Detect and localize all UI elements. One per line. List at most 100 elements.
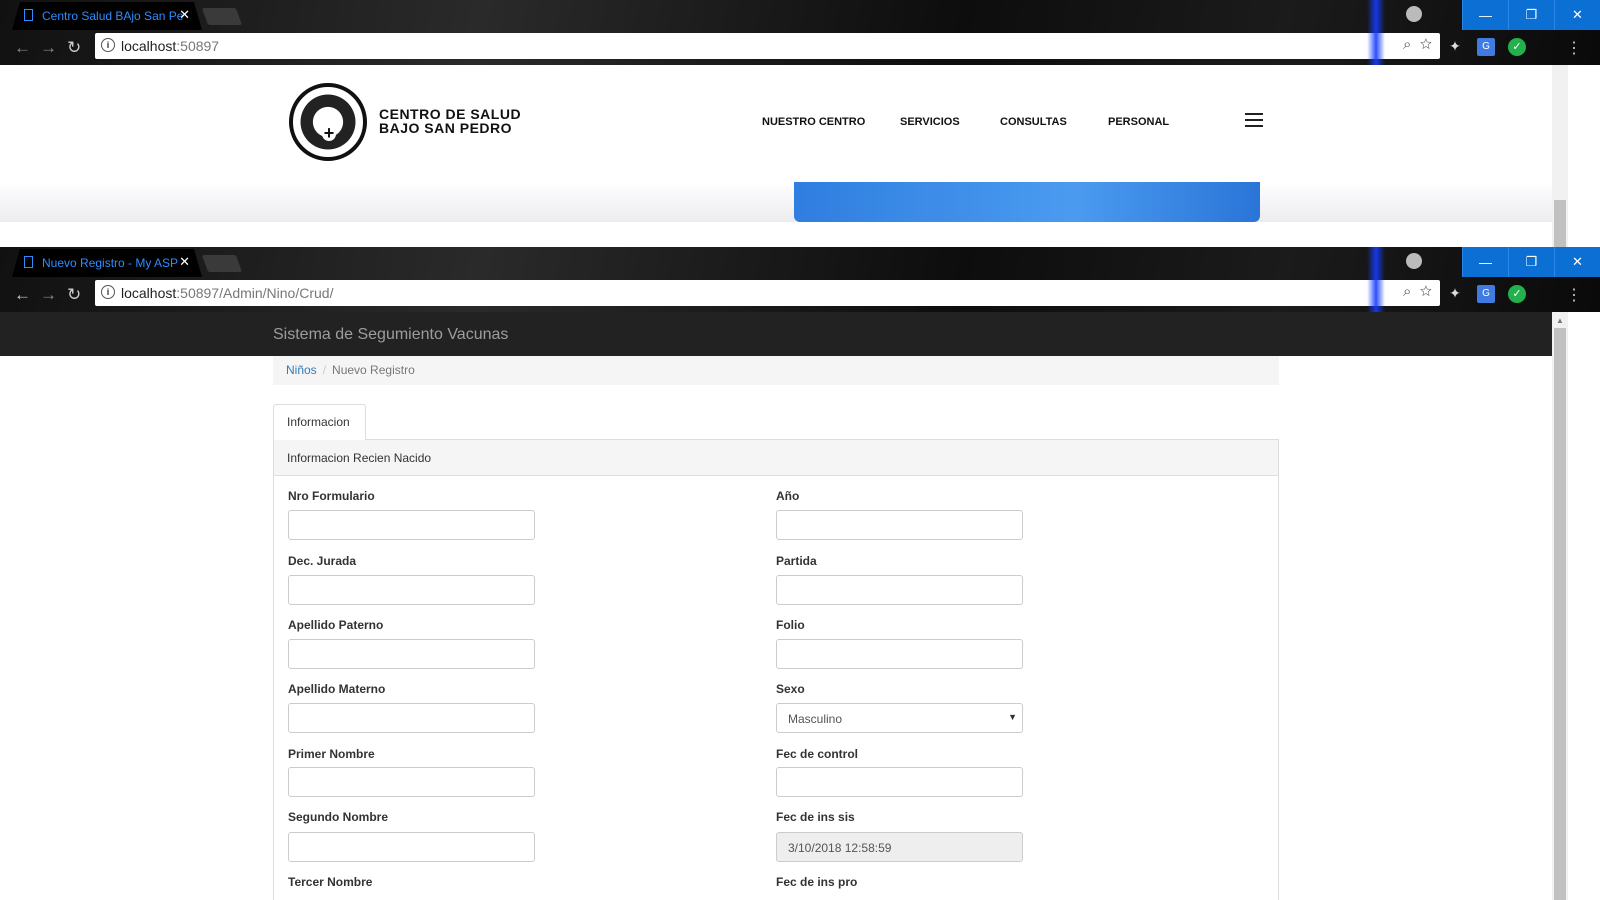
input-fec-control[interactable]: [776, 767, 1023, 797]
label-nro-formulario: Nro Formulario: [288, 489, 375, 503]
breadcrumb: Niños / Nuevo Registro: [273, 356, 1279, 385]
url-path: :50897/Admin/Nino/Crud/: [176, 285, 334, 301]
top-scrollbar[interactable]: [1552, 65, 1568, 247]
nav-nuestro-centro[interactable]: NUESTRO CENTRO: [762, 116, 865, 128]
input-apellido-paterno[interactable]: [288, 639, 535, 669]
input-nro-formulario[interactable]: [288, 510, 535, 540]
label-folio: Folio: [776, 618, 805, 632]
bottom-scrollbar[interactable]: ▲: [1552, 312, 1568, 900]
label-fec-ins-sis: Fec de ins sis: [776, 810, 855, 824]
site-viewport: + CENTRO DE SALUD BAJO SAN PEDRO NUESTRO…: [0, 65, 1552, 247]
breadcrumb-link-ninos[interactable]: Niños: [286, 363, 317, 377]
close-window-button[interactable]: ✕: [1554, 247, 1600, 277]
reload-icon[interactable]: ↻: [67, 285, 81, 305]
browser-menu-icon[interactable]: ⋮: [1566, 285, 1582, 305]
url-path: :50897: [176, 38, 220, 54]
profile-icon[interactable]: [1406, 253, 1422, 269]
minimize-button[interactable]: —: [1462, 0, 1508, 30]
restore-button[interactable]: ❐: [1508, 247, 1554, 277]
scrollbar-thumb[interactable]: [1554, 328, 1566, 900]
translate-icon[interactable]: G: [1477, 38, 1495, 56]
input-fec-ins-sis: 3/10/2018 12:58:59: [776, 832, 1023, 862]
label-tercer-nombre: Tercer Nombre: [288, 875, 373, 889]
bookmark-star-icon[interactable]: ☆: [1420, 36, 1432, 53]
new-tab-button[interactable]: [201, 255, 243, 272]
input-folio[interactable]: [776, 639, 1023, 669]
breadcrumb-current: Nuevo Registro: [332, 363, 415, 377]
hero-band: [0, 182, 1552, 222]
form-panel: Informacion Recien Nacido Nro Formulario…: [273, 440, 1279, 900]
label-segundo-nombre: Segundo Nombre: [288, 810, 389, 824]
new-tab-button[interactable]: [201, 8, 243, 25]
label-sexo: Sexo: [776, 682, 805, 696]
url-host: localhost: [121, 285, 177, 301]
page-icon: [24, 256, 33, 268]
back-icon[interactable]: ←: [14, 285, 31, 305]
scroll-up-icon[interactable]: ▲: [1556, 316, 1564, 325]
address-bar[interactable]: i localhost:50897 ⌕ ☆: [95, 33, 1440, 59]
cross-icon: +: [322, 123, 336, 143]
browser-window-bottom: Nuevo Registro - My ASP ✕ — ❐ ✕ ← → ↻ i …: [0, 247, 1600, 312]
hamburger-menu-icon[interactable]: [1245, 113, 1263, 131]
tab-strip: Centro Salud BAjo San Pe ✕ — ❐ ✕: [0, 0, 1600, 30]
input-dec-jurada[interactable]: [288, 575, 535, 605]
bookmark-star-icon[interactable]: ☆: [1420, 283, 1432, 300]
nav-servicios[interactable]: SERVICIOS: [900, 116, 960, 128]
label-apellido-paterno: Apellido Paterno: [288, 618, 384, 632]
forward-icon[interactable]: →: [40, 285, 57, 305]
forward-icon[interactable]: →: [40, 38, 57, 58]
extension-puzzle-icon[interactable]: ✦: [1446, 285, 1464, 303]
input-ano[interactable]: [776, 510, 1023, 540]
app-brand[interactable]: Sistema de Segumiento Vacunas: [273, 326, 508, 344]
panel-title: Informacion Recien Nacido: [274, 440, 1278, 476]
input-partida[interactable]: [776, 575, 1023, 605]
input-segundo-nombre[interactable]: [288, 832, 535, 862]
close-window-button[interactable]: ✕: [1554, 0, 1600, 30]
label-fec-ins-pro: Fec de ins pro: [776, 875, 858, 889]
label-partida: Partida: [776, 554, 817, 568]
nav-personal[interactable]: PERSONAL: [1108, 116, 1169, 128]
hero-photo: [794, 182, 1260, 222]
extension-puzzle-icon[interactable]: ✦: [1446, 38, 1464, 56]
check-extension-icon[interactable]: ✓: [1508, 285, 1526, 303]
tab-title: Centro Salud BAjo San Pe: [42, 9, 184, 23]
back-icon[interactable]: ←: [14, 38, 31, 58]
address-bar[interactable]: i localhost:50897/Admin/Nino/Crud/ ⌕ ☆: [95, 280, 1440, 306]
reload-icon[interactable]: ↻: [67, 38, 81, 58]
browser-toolbar: ← → ↻ i localhost:50897/Admin/Nino/Crud/…: [0, 277, 1600, 312]
site-name[interactable]: CENTRO DE SALUD BAJO SAN PEDRO: [379, 107, 521, 135]
label-apellido-materno: Apellido Materno: [288, 682, 386, 696]
scrollbar-thumb[interactable]: [1554, 200, 1566, 247]
site-name-line2: BAJO SAN PEDRO: [379, 120, 513, 136]
translate-icon[interactable]: G: [1477, 285, 1495, 303]
minimize-button[interactable]: —: [1462, 247, 1508, 277]
label-dec-jurada: Dec. Jurada: [288, 554, 357, 568]
tab-list: Informacion: [273, 404, 1279, 441]
chevron-down-icon: ▼: [1008, 712, 1017, 722]
input-primer-nombre[interactable]: [288, 767, 535, 797]
close-tab-icon[interactable]: ✕: [179, 254, 190, 270]
browser-toolbar: ← → ↻ i localhost:50897 ⌕ ☆ ✦ G ✓ ⋮: [0, 30, 1600, 65]
info-icon[interactable]: i: [101, 285, 115, 299]
breadcrumb-separator: /: [322, 363, 327, 377]
app-viewport: Sistema de Segumiento Vacunas Niños / Nuev…: [0, 312, 1552, 900]
browser-menu-icon[interactable]: ⋮: [1566, 38, 1582, 58]
select-sexo-value: Masculino: [788, 712, 843, 726]
nav-consultas[interactable]: CONSULTAS: [1000, 116, 1067, 128]
label-primer-nombre: Primer Nombre: [288, 747, 375, 761]
browser-tab[interactable]: Centro Salud BAjo San Pe ✕: [12, 2, 202, 30]
restore-button[interactable]: ❐: [1508, 0, 1554, 30]
browser-tab[interactable]: Nuevo Registro - My ASP ✕: [12, 249, 202, 277]
profile-icon[interactable]: [1406, 6, 1422, 22]
site-logo[interactable]: +: [289, 83, 367, 161]
label-fec-control: Fec de control: [776, 747, 859, 761]
tab-informacion[interactable]: Informacion: [273, 404, 366, 441]
zoom-icon[interactable]: ⌕: [1403, 36, 1411, 53]
check-extension-icon[interactable]: ✓: [1508, 38, 1526, 56]
input-apellido-materno[interactable]: [288, 703, 535, 733]
zoom-icon[interactable]: ⌕: [1403, 283, 1411, 300]
select-sexo[interactable]: Masculino ▼: [776, 703, 1023, 733]
info-icon[interactable]: i: [101, 38, 115, 52]
tab-title: Nuevo Registro - My ASP: [42, 256, 179, 270]
close-tab-icon[interactable]: ✕: [179, 7, 190, 23]
